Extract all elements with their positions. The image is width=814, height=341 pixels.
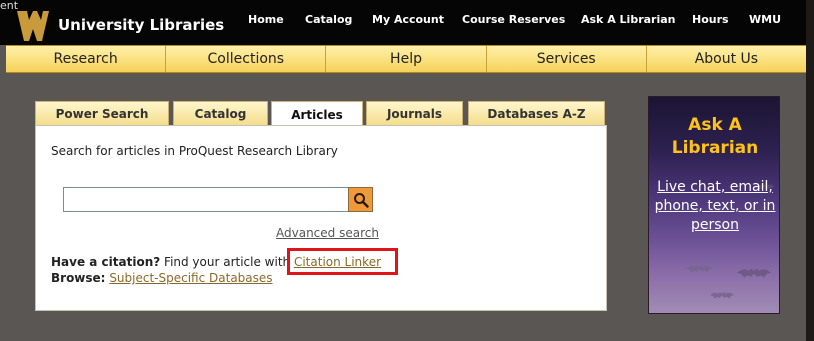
tab-articles[interactable]: Articles [271,101,363,127]
page: ent University Libraries Home Catalog My… [0,0,807,341]
header-link-wmu[interactable]: WMU [749,13,781,26]
highlight-box [287,248,398,275]
subject-databases-link[interactable]: Subject-Specific Databases [109,271,272,285]
nav-services[interactable]: Services [486,46,647,72]
main-navigation: Research Collections Help Services About… [6,45,807,73]
nav-about-us[interactable]: About Us [646,46,807,72]
nav-collections[interactable]: Collections [166,46,327,72]
header-link-hours[interactable]: Hours [692,13,729,26]
browse-line: Browse: Subject-Specific Databases [51,271,273,285]
site-brand[interactable]: University Libraries [58,16,224,34]
magnifier-icon [353,192,369,208]
ask-a-librarian-title[interactable]: Ask A Librarian [649,114,779,160]
bat-icon [709,292,735,299]
bat-icon [685,265,713,273]
tab-journals[interactable]: Journals [366,101,463,126]
ask-contact-options-link[interactable]: Live chat, email, phone, text, or in per… [649,178,779,235]
tab-databases-a-z[interactable]: Databases A-Z [468,101,605,126]
site-header: ent University Libraries Home Catalog My… [0,0,806,45]
window-edge [806,0,814,341]
article-search-input[interactable] [63,187,349,212]
header-link-home[interactable]: Home [248,13,284,26]
ask-a-librarian-promo[interactable]: Ask A Librarian Live chat, email, phone,… [648,96,780,314]
browse-label: Browse: [51,271,106,285]
bat-icon [737,268,771,278]
nav-help[interactable]: Help [326,46,487,72]
header-link-course-reserves[interactable]: Course Reserves [462,13,565,26]
header-link-catalog[interactable]: Catalog [305,13,352,26]
tab-power-search[interactable]: Power Search [35,101,169,126]
advanced-search-link[interactable]: Advanced search [276,226,379,240]
citation-text: Find your article with [160,255,294,269]
clipped-text-fragment: ent [0,0,19,12]
search-description: Search for articles in ProQuest Research… [51,144,338,158]
search-button[interactable] [348,187,373,212]
header-link-my-account[interactable]: My Account [372,13,444,26]
citation-label: Have a citation? [51,255,161,269]
header-link-ask-a-librarian[interactable]: Ask A Librarian [581,13,676,26]
tab-catalog[interactable]: Catalog [173,101,268,126]
wmu-w-logo[interactable] [17,11,49,41]
nav-research[interactable]: Research [6,46,167,72]
